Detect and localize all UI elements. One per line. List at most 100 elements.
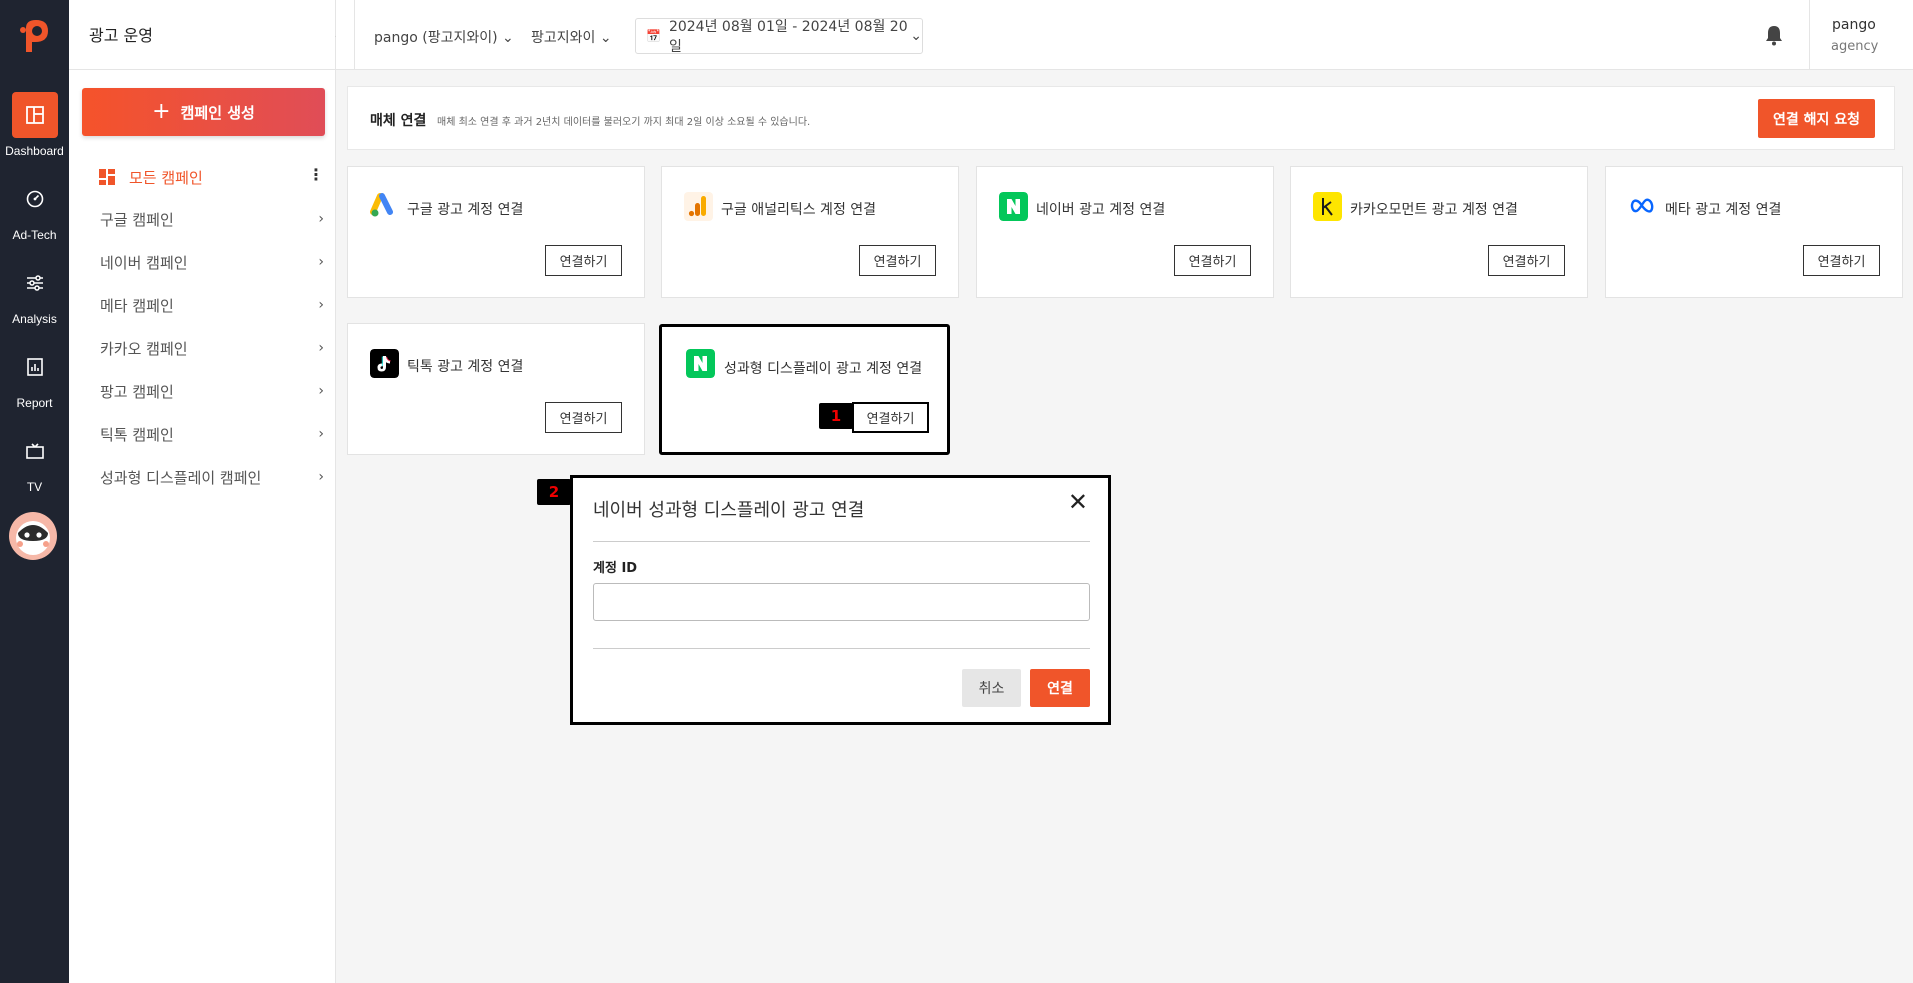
- display-ads-card: 성과형 디스플레이 광고 계정 연결: [659, 324, 950, 455]
- card-label: 구글 애널리틱스 계정 연결: [721, 202, 877, 218]
- sidebar-item-label: 모든 캠페인: [129, 168, 203, 187]
- close-icon[interactable]: ✕: [1068, 490, 1088, 514]
- advertiser-select-value: 팡고지와이: [531, 30, 596, 46]
- sidebar-item-label: 카카오 캠페인: [100, 339, 188, 358]
- rail-label: Report: [16, 396, 53, 410]
- cancel-button[interactable]: 취소: [962, 669, 1021, 707]
- card-label: 카카오모먼트 광고 계정 연결: [1350, 202, 1518, 218]
- rail-analysis[interactable]: Analysis: [0, 260, 69, 326]
- chevron-down-icon: ⌄: [502, 30, 514, 46]
- media-connect-notice: 매체 연결 매체 최소 연결 후 과거 2년치 데이터를 불러오기 까지 최대 …: [347, 86, 1895, 150]
- chevron-right-icon: ›: [318, 254, 324, 270]
- connect-button[interactable]: 연결하기: [1803, 245, 1880, 276]
- chevron-right-icon: ›: [318, 383, 324, 399]
- advertiser-select[interactable]: 팡고지와이 ⌄: [531, 27, 612, 47]
- account-id-input[interactable]: [593, 583, 1090, 621]
- chevron-right-icon: ›: [318, 426, 324, 442]
- chevron-right-icon: ›: [318, 211, 324, 227]
- create-campaign-label: 캠페인 생성: [180, 103, 255, 122]
- rail-dashboard[interactable]: Dashboard: [0, 92, 69, 158]
- icon-rail: Dashboard Ad-Tech Analysis Report TV: [0, 0, 69, 983]
- meta-ads-card: 메타 광고 계정 연결 연결하기: [1605, 166, 1903, 298]
- connect-button[interactable]: 연결하기: [852, 402, 929, 433]
- chevron-down-icon: ⌄: [910, 28, 922, 44]
- account-select-value: pango (팡고지와이): [374, 30, 498, 46]
- google-ads-icon: [370, 193, 393, 217]
- campaign-sidebar: 광고 운영 ‹ + 캠페인 생성 모든 캠페인 ⋮ 구글 캠페인 › 네이버 캠…: [69, 0, 341, 983]
- rail-label: Analysis: [12, 312, 57, 326]
- sidebar-item-label: 팡고 캠페인: [100, 382, 174, 401]
- sliders-icon: [12, 260, 58, 306]
- account-select[interactable]: pango (팡고지와이) ⌄: [374, 27, 514, 47]
- card-label: 메타 광고 계정 연결: [1665, 202, 1782, 218]
- rail-label: TV: [26, 480, 43, 494]
- step-badge-2: 2: [537, 479, 571, 505]
- connect-button[interactable]: 연결하기: [1488, 245, 1565, 276]
- sidebar-title: 광고 운영: [89, 26, 153, 45]
- google-analytics-card: 구글 애널리틱스 계정 연결 연결하기: [661, 166, 959, 298]
- tiktok-ads-card: 틱톡 광고 계정 연결 연결하기: [347, 323, 645, 455]
- disconnect-request-button[interactable]: 연결 해지 요청: [1758, 99, 1875, 138]
- more-options-icon[interactable]: ⋮: [308, 167, 324, 183]
- card-label: 네이버 광고 계정 연결: [1036, 202, 1166, 218]
- rail-tv[interactable]: TV: [0, 428, 69, 494]
- calendar-icon: 📅: [646, 29, 661, 43]
- chevron-right-icon: ›: [318, 297, 324, 313]
- connect-modal: 네이버 성과형 디스플레이 광고 연결 ✕ 계정 ID 취소 연결: [570, 475, 1111, 725]
- date-range-picker[interactable]: 📅 2024년 08월 01일 - 2024년 08월 20일 ⌄: [635, 18, 923, 55]
- plus-icon: +: [152, 99, 171, 124]
- sidebar-item-label: 틱톡 캠페인: [100, 425, 174, 444]
- naver-icon: [999, 192, 1028, 221]
- google-ads-card: 구글 광고 계정 연결 연결하기: [347, 166, 645, 298]
- modal-title: 네이버 성과형 디스플레이 광고 연결: [593, 500, 865, 521]
- account-id-label: 계정 ID: [593, 561, 638, 576]
- naver-icon: [686, 349, 715, 378]
- sidebar-item-pango[interactable]: 팡고 캠페인 ›: [100, 378, 324, 404]
- tiktok-icon: [370, 349, 399, 378]
- notice-description: 매체 최소 연결 후 과거 2년치 데이터를 불러오기 까지 최대 2일 이상 …: [437, 117, 811, 128]
- sidebar-item-all-campaigns[interactable]: 모든 캠페인 ⋮: [99, 164, 324, 190]
- dashboard-icon: [11, 92, 58, 138]
- create-campaign-button[interactable]: + 캠페인 생성: [82, 88, 325, 136]
- chevron-down-icon: ⌄: [599, 30, 612, 46]
- google-analytics-icon: [684, 192, 713, 221]
- user-name[interactable]: pango: [1832, 17, 1876, 33]
- pango-logo-icon[interactable]: [18, 18, 50, 54]
- naver-ads-card: 네이버 광고 계정 연결 연결하기: [976, 166, 1274, 298]
- connect-button[interactable]: 연결하기: [859, 245, 936, 276]
- divider: [593, 541, 1090, 542]
- sidebar-item-label: 성과형 디스플레이 캠페인: [100, 468, 262, 487]
- kakao-moment-card: 카카오모먼트 광고 계정 연결 연결하기: [1290, 166, 1588, 298]
- mascot-avatar-icon[interactable]: [8, 511, 58, 561]
- sidebar-item-label: 메타 캠페인: [100, 296, 174, 315]
- bell-icon[interactable]: [1764, 24, 1784, 46]
- connect-button[interactable]: 연결하기: [1174, 245, 1251, 276]
- connect-button[interactable]: 연결하기: [545, 245, 622, 276]
- rail-report[interactable]: Report: [0, 344, 69, 410]
- sidebar-item-label: 구글 캠페인: [100, 210, 174, 229]
- kakao-icon: [1313, 192, 1342, 221]
- sidebar-item-google[interactable]: 구글 캠페인 ›: [100, 206, 324, 232]
- tv-icon: [12, 428, 58, 474]
- date-range-value: 2024년 08월 01일 - 2024년 08월 20일: [668, 19, 908, 55]
- connect-button[interactable]: 연결하기: [545, 402, 622, 433]
- sidebar-item-label: 네이버 캠페인: [100, 253, 188, 272]
- connect-submit-button[interactable]: 연결: [1030, 669, 1090, 707]
- sidebar-item-meta[interactable]: 메타 캠페인 ›: [100, 292, 324, 318]
- rail-label: Ad-Tech: [12, 228, 57, 242]
- notice-title: 매체 연결: [370, 113, 427, 129]
- report-icon: [12, 344, 58, 390]
- sidebar-item-tiktok[interactable]: 틱톡 캠페인 ›: [100, 421, 324, 447]
- gauge-icon: [12, 176, 58, 222]
- sidebar-item-display[interactable]: 성과형 디스플레이 캠페인 ›: [100, 464, 324, 490]
- divider: [1809, 0, 1810, 70]
- sidebar-item-kakao[interactable]: 카카오 캠페인 ›: [100, 335, 324, 361]
- chevron-right-icon: ›: [318, 469, 324, 485]
- step-badge-1: 1: [819, 403, 853, 429]
- card-label: 틱톡 광고 계정 연결: [407, 359, 524, 375]
- rail-ad-tech[interactable]: Ad-Tech: [0, 176, 69, 242]
- user-org: agency: [1831, 39, 1879, 54]
- sidebar-item-naver[interactable]: 네이버 캠페인 ›: [100, 249, 324, 275]
- meta-icon: [1630, 198, 1654, 213]
- card-label: 성과형 디스플레이 광고 계정 연결: [724, 361, 923, 377]
